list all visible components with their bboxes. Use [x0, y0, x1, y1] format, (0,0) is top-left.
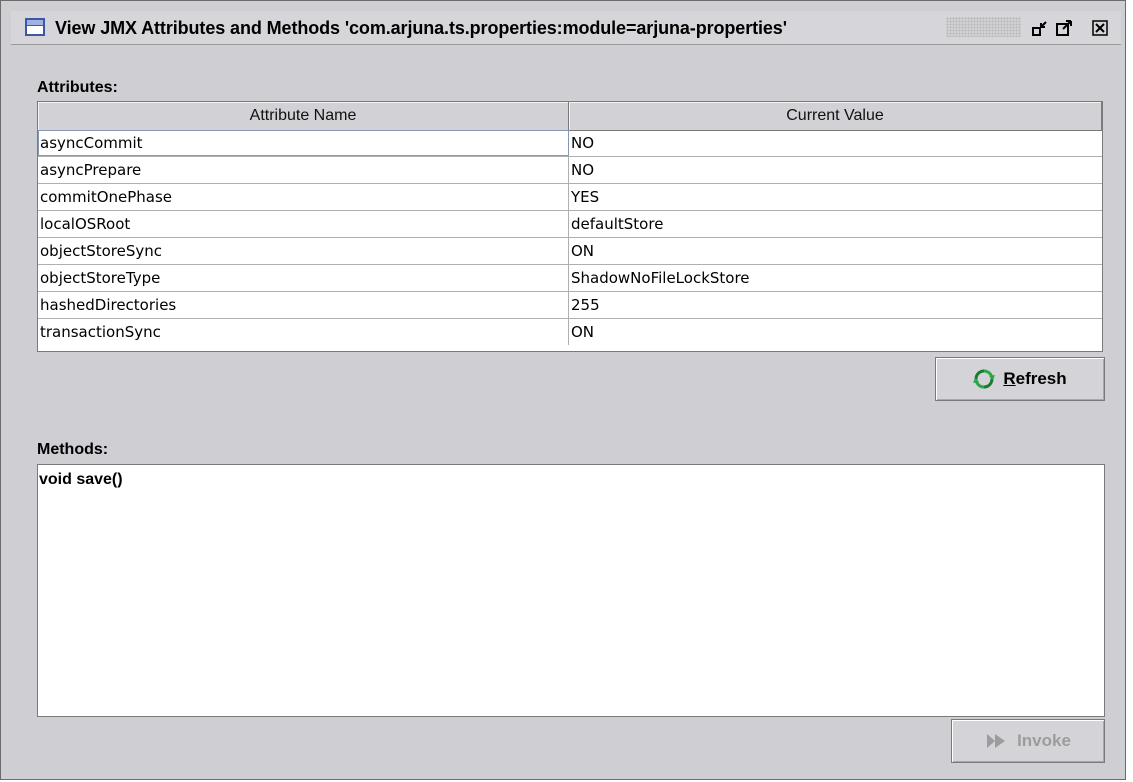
table-row[interactable]: transactionSync ON — [38, 319, 1102, 346]
table-row[interactable]: asyncCommit NO — [38, 130, 1102, 157]
attribute-name-cell[interactable]: commitOnePhase — [38, 184, 569, 210]
refresh-label: Refresh — [1003, 369, 1066, 389]
column-header-current-value[interactable]: Current Value — [569, 102, 1102, 130]
attribute-value-cell[interactable]: ShadowNoFileLockStore — [569, 265, 1102, 291]
methods-label: Methods: — [37, 441, 109, 458]
attribute-name-cell[interactable]: objectStoreType — [38, 265, 569, 291]
window-title: View JMX Attributes and Methods 'com.arj… — [55, 18, 787, 38]
refresh-label-rest: efresh — [1015, 369, 1067, 388]
table-header: Attribute Name Current Value — [38, 102, 1102, 131]
attribute-name-cell[interactable]: asyncCommit — [38, 130, 569, 156]
attribute-value-cell[interactable]: NO — [569, 130, 1102, 156]
table-row[interactable]: commitOnePhase YES — [38, 184, 1102, 211]
attribute-name-cell[interactable]: objectStoreSync — [38, 238, 569, 264]
iconify-icon[interactable] — [1029, 17, 1051, 39]
list-item[interactable]: void save() — [39, 471, 123, 489]
attribute-name-cell[interactable]: transactionSync — [38, 319, 569, 345]
table-row[interactable]: asyncPrepare NO — [38, 157, 1102, 184]
attribute-name-cell[interactable]: localOSRoot — [38, 211, 569, 237]
refresh-button[interactable]: Refresh — [935, 357, 1105, 401]
invoke-arrow-icon — [987, 734, 1006, 748]
attributes-table[interactable]: Attribute Name Current Value asyncCommit… — [37, 101, 1103, 352]
table-row[interactable]: localOSRoot defaultStore — [38, 211, 1102, 238]
attribute-name-cell[interactable]: hashedDirectories — [38, 292, 569, 318]
close-icon[interactable] — [1089, 17, 1111, 39]
methods-list[interactable]: void save() — [37, 464, 1105, 717]
invoke-label: Invoke — [1017, 731, 1071, 750]
window-icon — [25, 18, 45, 36]
table-row[interactable]: objectStoreSync ON — [38, 238, 1102, 265]
refresh-icon — [973, 369, 996, 389]
table-row[interactable]: objectStoreType ShadowNoFileLockStore — [38, 265, 1102, 292]
table-row[interactable]: hashedDirectories 255 — [38, 292, 1102, 319]
attribute-value-cell[interactable]: ON — [569, 238, 1102, 264]
title-bar[interactable]: View JMX Attributes and Methods 'com.arj… — [11, 11, 1121, 45]
maximize-icon[interactable] — [1053, 17, 1075, 39]
jmx-window: View JMX Attributes and Methods 'com.arj… — [0, 0, 1126, 780]
attribute-value-cell[interactable]: NO — [569, 157, 1102, 183]
title-grip — [946, 17, 1021, 37]
attribute-name-cell[interactable]: asyncPrepare — [38, 157, 569, 183]
invoke-button[interactable]: Invoke — [951, 719, 1105, 763]
column-header-attribute-name[interactable]: Attribute Name — [38, 102, 569, 130]
attributes-label: Attributes: — [37, 79, 118, 96]
refresh-mnemonic: R — [1003, 369, 1016, 388]
attribute-value-cell[interactable]: ON — [569, 319, 1102, 345]
attribute-value-cell[interactable]: YES — [569, 184, 1102, 210]
attribute-value-cell[interactable]: 255 — [569, 292, 1102, 318]
attribute-value-cell[interactable]: defaultStore — [569, 211, 1102, 237]
